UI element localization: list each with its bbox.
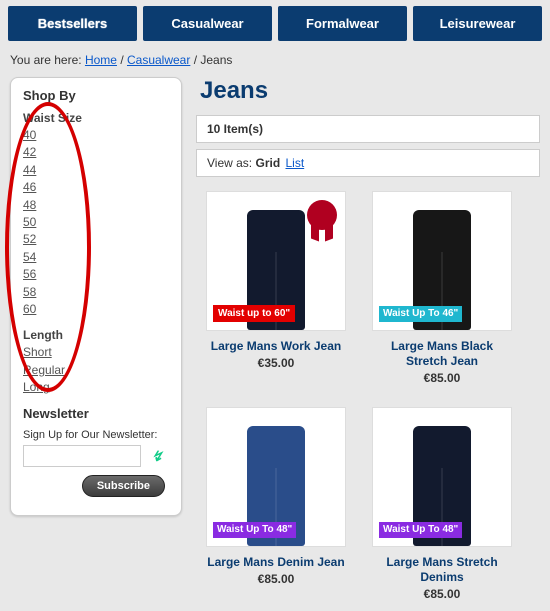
- filter-waist-44[interactable]: 44: [23, 162, 36, 179]
- waist-badge: Waist up to 60": [213, 305, 295, 322]
- product-grid: Waist up to 60" Large Mans Work Jean €35…: [196, 191, 540, 601]
- captcha-icon: ↯: [143, 447, 170, 465]
- filter-length-long[interactable]: Long: [23, 379, 50, 396]
- filter-length-regular[interactable]: Regular: [23, 362, 65, 379]
- product-thumb: Waist Up To 48": [372, 407, 512, 547]
- view-grid: Grid: [255, 156, 280, 170]
- filter-length-list: Short Regular Long: [23, 344, 169, 396]
- product-card[interactable]: Waist Up To 46" Large Mans Black Stretch…: [372, 191, 512, 385]
- newsletter-label: Sign Up for Our Newsletter:: [23, 429, 169, 441]
- sidebar: Shop By Waist Size 40 42 44 46 48 50 52 …: [10, 77, 182, 516]
- filter-waist-60[interactable]: 60: [23, 301, 36, 318]
- product-thumb: Waist Up To 46": [372, 191, 512, 331]
- filter-waist-52[interactable]: 52: [23, 231, 36, 248]
- nav-bestsellers[interactable]: Bestsellers: [8, 6, 137, 41]
- filter-waist-title: Waist Size: [23, 111, 169, 125]
- nav-casualwear[interactable]: Casualwear: [143, 6, 272, 41]
- top-nav: Bestsellers Casualwear Formalwear Leisur…: [0, 0, 550, 49]
- filter-waist-40[interactable]: 40: [23, 127, 36, 144]
- breadcrumb-prefix: You are here:: [10, 53, 85, 67]
- product-price: €85.00: [372, 371, 512, 385]
- content: Jeans 10 Item(s) View as: Grid List Wais…: [196, 77, 540, 601]
- product-card[interactable]: Waist up to 60" Large Mans Work Jean €35…: [206, 191, 346, 385]
- newsletter-input[interactable]: [23, 445, 141, 467]
- product-name: Large Mans Work Jean: [206, 339, 346, 354]
- filter-waist-56[interactable]: 56: [23, 266, 36, 283]
- product-card[interactable]: Waist Up To 48" Large Mans Stretch Denim…: [372, 407, 512, 601]
- filter-waist-54[interactable]: 54: [23, 249, 36, 266]
- product-thumb: Waist up to 60": [206, 191, 346, 331]
- filter-length-title: Length: [23, 328, 169, 342]
- filter-waist-48[interactable]: 48: [23, 197, 36, 214]
- product-price: €35.00: [206, 356, 346, 370]
- product-price: €85.00: [206, 572, 346, 586]
- product-thumb: Waist Up To 48": [206, 407, 346, 547]
- filter-waist-42[interactable]: 42: [23, 144, 36, 161]
- toolbar-view: View as: Grid List: [196, 149, 540, 177]
- waist-badge: Waist Up To 46": [379, 306, 462, 322]
- breadcrumb-current: Jeans: [200, 53, 232, 67]
- product-price: €85.00: [372, 587, 512, 601]
- filter-length-short[interactable]: Short: [23, 344, 52, 361]
- breadcrumb-casualwear[interactable]: Casualwear: [127, 53, 190, 67]
- view-label: View as:: [207, 156, 252, 170]
- waist-badge: Waist Up To 48": [379, 522, 462, 538]
- filter-waist-list: 40 42 44 46 48 50 52 54 56 58 60: [23, 127, 169, 318]
- nav-formalwear[interactable]: Formalwear: [278, 6, 407, 41]
- filter-waist-46[interactable]: 46: [23, 179, 36, 196]
- waist-badge: Waist Up To 48": [213, 522, 296, 538]
- newsletter-title: Newsletter: [23, 406, 169, 421]
- subscribe-button[interactable]: Subscribe: [82, 475, 165, 497]
- product-name: Large Mans Stretch Denims: [372, 555, 512, 585]
- shop-by-title: Shop By: [23, 88, 169, 103]
- toolbar-count: 10 Item(s): [196, 115, 540, 143]
- view-list[interactable]: List: [286, 156, 305, 170]
- product-name: Large Mans Black Stretch Jean: [372, 339, 512, 369]
- product-name: Large Mans Denim Jean: [206, 555, 346, 570]
- filter-waist-58[interactable]: 58: [23, 284, 36, 301]
- breadcrumb-home[interactable]: Home: [85, 53, 117, 67]
- breadcrumb: You are here: Home / Casualwear / Jeans: [0, 49, 550, 77]
- nav-leisurewear[interactable]: Leisurewear: [413, 6, 542, 41]
- page-title: Jeans: [200, 77, 540, 105]
- filter-waist-50[interactable]: 50: [23, 214, 36, 231]
- product-card[interactable]: Waist Up To 48" Large Mans Denim Jean €8…: [206, 407, 346, 601]
- best-value-ribbon-icon: [307, 200, 337, 230]
